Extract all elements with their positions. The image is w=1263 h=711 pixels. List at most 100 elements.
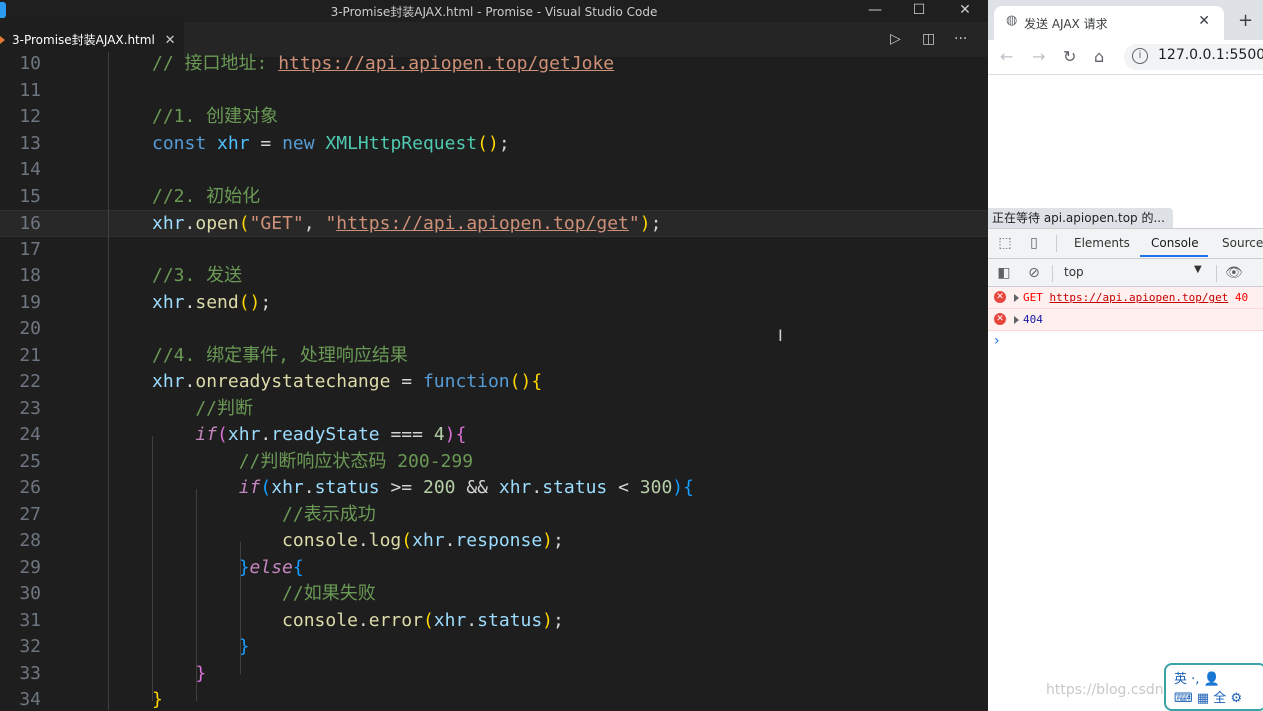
line-number: 26 (19, 477, 41, 498)
code-token: //1. 创建对象 (152, 106, 279, 127)
tab-elements[interactable]: Elements (1074, 236, 1130, 250)
line-number: 28 (19, 530, 41, 551)
console-error-message[interactable]: ✕ GET https://api.apiopen.top/get 40 (988, 287, 1263, 309)
editor-tab-label: 3-Promise封装AJAX.html (12, 33, 155, 47)
forward-icon[interactable]: → (1032, 47, 1045, 66)
expand-triangle-icon[interactable] (1014, 316, 1019, 324)
tab-console[interactable]: Console (1151, 236, 1199, 250)
code-line[interactable]: 24 if(xhr.readyState === 4){ (0, 422, 988, 449)
code-text: //2. 初始化 (152, 184, 260, 211)
code-line[interactable]: 29 }else{ (0, 555, 988, 582)
reload-icon[interactable]: ↻ (1063, 47, 1076, 66)
selected-tab-indicator (1140, 255, 1208, 257)
ime-toolbar[interactable]: 英 ·, 👤 ⌨ ▦ 全 ⚙ (1164, 663, 1263, 711)
code-token: ( (260, 477, 272, 498)
split-editor-icon[interactable]: ◫ (922, 31, 935, 47)
eye-icon[interactable]: 👁 (1225, 265, 1243, 281)
console-toolbar: ◧ ⊘ top ▼ 👁 (988, 259, 1263, 287)
minimize-button[interactable]: — (852, 0, 898, 22)
code-line[interactable]: 17 (0, 237, 988, 264)
code-token: //表示成功 (152, 503, 376, 525)
code-token: XMLHttpRequest (325, 132, 478, 154)
browser-tab[interactable]: ◍ 发送 AJAX 请求 ✕ (994, 6, 1224, 40)
code-token: error (368, 609, 423, 631)
expand-triangle-icon[interactable] (1014, 294, 1019, 302)
code-line[interactable]: 20 (0, 316, 988, 343)
code-line[interactable]: 10 // 接口地址: https://api.apiopen.top/getJo… (0, 52, 988, 78)
inspect-element-icon[interactable]: ⬚ (997, 235, 1013, 251)
info-icon[interactable]: i (1132, 48, 1148, 64)
code-token: ) (542, 609, 554, 631)
line-number: 32 (19, 636, 41, 657)
code-line[interactable]: 23 //判断 (0, 396, 988, 423)
devtools-panel: ⬚ ▯ Elements Console Sources ◧ ⊘ top ▼ 👁… (988, 228, 1263, 711)
code-token: status (314, 477, 380, 498)
code-text: // 接口地址: https://api.apiopen.top/getJoke (152, 52, 614, 78)
code-token: xhr (412, 530, 445, 551)
chevron-down-icon[interactable]: ▼ (1194, 264, 1202, 275)
code-token: https://api.apiopen.top/get (336, 213, 629, 234)
code-line[interactable]: 18 //3. 发送 (0, 263, 988, 290)
error-link[interactable]: https://api.apiopen.top/get (1050, 291, 1229, 304)
home-icon[interactable]: ⌂ (1094, 47, 1104, 66)
more-actions-icon[interactable]: ··· (954, 31, 967, 47)
indent-guide (108, 52, 109, 710)
tab-close-icon[interactable]: ✕ (165, 33, 176, 48)
context-selector[interactable]: top (1064, 265, 1084, 279)
tab-sources[interactable]: Sources (1222, 236, 1263, 250)
code-token: //判断响应状态码 200-299 (152, 450, 474, 472)
code-line[interactable]: 16 xhr.open("GET", "https://api.apiopen.t… (0, 210, 988, 237)
code-line[interactable]: 25 //判断响应状态码 200-299 (0, 449, 988, 476)
run-icon[interactable]: ▷ (890, 31, 901, 47)
browser-tab-title: 发送 AJAX 请求 (1024, 17, 1108, 31)
code-token: ) (639, 213, 651, 234)
code-token: ){ (444, 424, 467, 445)
code-token: function (422, 371, 510, 392)
code-line[interactable]: 34} (0, 687, 988, 711)
code-line[interactable]: 19 xhr.send(); (0, 290, 988, 317)
browser-tab-close-icon[interactable]: ✕ (1198, 13, 1210, 29)
code-line[interactable]: 28 console.log(xhr.response); (0, 528, 988, 555)
code-token: . (444, 530, 456, 551)
line-number: 21 (19, 344, 41, 366)
code-token: //4. 绑定事件, 处理响应结果 (152, 344, 408, 366)
code-editor[interactable]: 10 // 接口地址: https://api.apiopen.top/getJo… (0, 52, 988, 711)
code-line[interactable]: 22 xhr.onreadystatechange = function(){ (0, 369, 988, 396)
line-number: 17 (19, 238, 41, 260)
back-icon[interactable]: ← (1000, 47, 1013, 66)
code-text: } (152, 687, 163, 711)
address-bar[interactable]: i 127.0.0.1:5500/3 (1124, 44, 1263, 70)
console-error-message[interactable]: ✕ 404 (988, 309, 1263, 331)
code-line[interactable]: 14 (0, 157, 988, 184)
code-line[interactable]: 31 console.error(xhr.status); (0, 608, 988, 635)
code-token: (){ (509, 371, 543, 392)
new-tab-icon[interactable]: + (1238, 10, 1253, 31)
ime-tools-line: ⌨ ▦ 全 ⚙ (1174, 691, 1243, 706)
code-token: { (292, 556, 304, 578)
code-text: //表示成功 (152, 502, 376, 529)
code-line[interactable]: 12 //1. 创建对象 (0, 104, 988, 131)
code-line[interactable]: 27 //表示成功 (0, 502, 988, 529)
code-token: //2. 初始化 (152, 185, 261, 207)
code-token: === (379, 424, 434, 445)
code-line[interactable]: 13 const xhr = new XMLHttpRequest(); (0, 131, 988, 158)
code-line[interactable]: 32 } (0, 634, 988, 661)
code-token: 4 (433, 424, 445, 445)
code-line[interactable]: 30 //如果失败 (0, 581, 988, 608)
code-token: xhr (152, 213, 185, 234)
code-line[interactable]: 26 if(xhr.status >= 200 && xhr.status < … (0, 475, 988, 502)
device-toolbar-icon[interactable]: ▯ (1026, 235, 1042, 251)
code-line[interactable]: 33 } (0, 661, 988, 688)
line-number: 16 (19, 213, 41, 234)
console-prompt-icon[interactable]: › (994, 333, 1000, 349)
code-line[interactable]: 21 //4. 绑定事件, 处理响应结果 (0, 343, 988, 370)
code-line[interactable]: 15 //2. 初始化 (0, 184, 988, 211)
maximize-button[interactable]: ☐ (896, 0, 942, 22)
code-token: const (152, 132, 218, 154)
close-button[interactable]: ✕ (942, 0, 988, 22)
sidebar-toggle-icon[interactable]: ◧ (996, 265, 1012, 281)
code-line[interactable]: 11 (0, 78, 988, 105)
code-text: }else{ (152, 555, 304, 582)
clear-console-icon[interactable]: ⊘ (1026, 265, 1042, 281)
